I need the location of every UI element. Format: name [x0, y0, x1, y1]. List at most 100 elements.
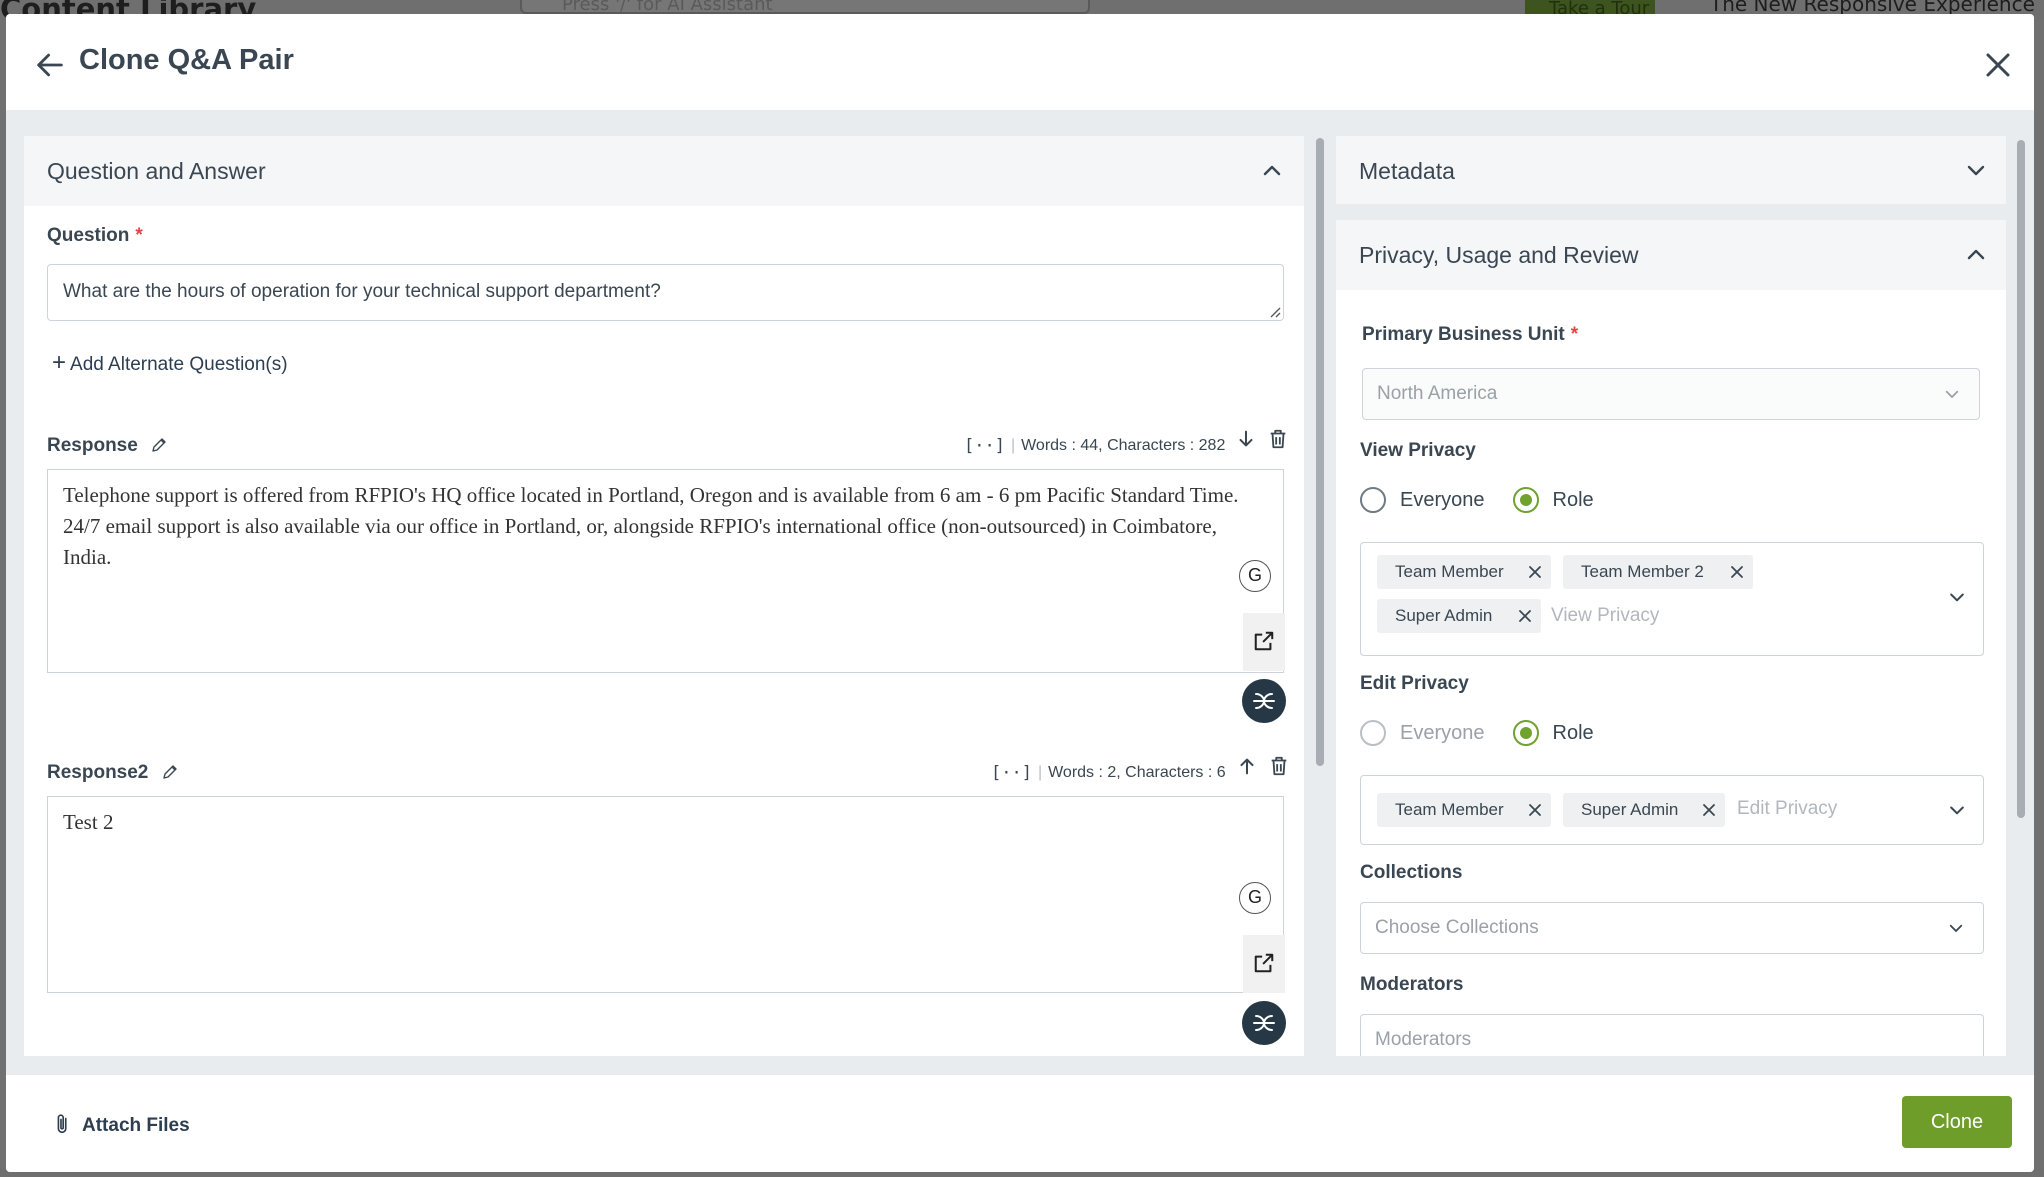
- plus-icon: +: [52, 349, 67, 376]
- view-privacy-tag: Team Member 2: [1563, 555, 1753, 589]
- question-input-value: What are the hours of operation for your…: [63, 281, 661, 302]
- privacy-section-header[interactable]: Privacy, Usage and Review: [1336, 220, 2006, 290]
- close-icon[interactable]: [1983, 50, 2013, 80]
- tag-label: Team Member 2: [1581, 562, 1704, 581]
- response2-label-text: Response2: [47, 762, 149, 783]
- primary-bu-label-text: Primary Business Unit: [1362, 324, 1565, 345]
- edit-privacy-label: Edit Privacy: [1360, 673, 1469, 694]
- ai-assist-button[interactable]: [1242, 1001, 1286, 1045]
- left-scrollbar[interactable]: [1314, 136, 1326, 1056]
- attach-files-label: Attach Files: [82, 1115, 190, 1136]
- trash-icon[interactable]: [1267, 428, 1289, 450]
- bracket-placeholder-icon[interactable]: [··]: [991, 763, 1032, 783]
- right-scrollbar[interactable]: [2014, 136, 2028, 1056]
- primary-bu-select[interactable]: North America: [1362, 368, 1980, 420]
- view-privacy-placeholder[interactable]: View Privacy: [1551, 605, 1659, 627]
- response2-editor[interactable]: Test 2: [47, 796, 1284, 993]
- edit-privacy-radio-group: Everyone Role: [1360, 720, 1622, 746]
- arrow-up-icon[interactable]: [1236, 755, 1258, 777]
- metadata-section-header[interactable]: Metadata: [1336, 136, 2006, 204]
- question-input[interactable]: What are the hours of operation for your…: [47, 264, 1284, 321]
- remove-tag-icon[interactable]: [1527, 564, 1543, 580]
- chevron-down-icon: [1949, 924, 1963, 932]
- collections-select[interactable]: Choose Collections: [1360, 902, 1984, 954]
- external-link-icon: [1254, 953, 1274, 973]
- open-editor-button[interactable]: [1243, 935, 1285, 993]
- edit-privacy-role-label[interactable]: Role: [1553, 722, 1594, 745]
- view-privacy-multiselect[interactable]: Team Member Team Member 2 Super Admin Vi…: [1360, 542, 1984, 656]
- tag-label: Team Member: [1395, 800, 1504, 819]
- right-scrollbar-thumb[interactable]: [2017, 140, 2025, 818]
- view-privacy-tag: Team Member: [1377, 555, 1551, 589]
- trash-icon[interactable]: [1268, 755, 1290, 777]
- qa-section-header[interactable]: Question and Answer: [24, 136, 1304, 206]
- view-privacy-everyone-radio[interactable]: [1360, 487, 1386, 513]
- chevron-down-icon[interactable]: [1964, 158, 1988, 182]
- pencil-icon[interactable]: [151, 437, 167, 453]
- view-privacy-role-label[interactable]: Role: [1553, 489, 1594, 512]
- back-arrow-icon[interactable]: [33, 48, 67, 82]
- edit-privacy-everyone-label[interactable]: Everyone: [1400, 722, 1485, 745]
- remove-tag-icon[interactable]: [1517, 608, 1533, 624]
- ai-assist-icon: [1253, 693, 1275, 709]
- privacy-section-title: Privacy, Usage and Review: [1359, 242, 1639, 268]
- qa-section-title: Question and Answer: [47, 158, 266, 184]
- required-mark: *: [1570, 324, 1579, 345]
- tag-label: Super Admin: [1395, 606, 1493, 625]
- tag-label: Super Admin: [1581, 800, 1679, 819]
- open-editor-button[interactable]: [1243, 613, 1285, 671]
- response-stats: Words : 44, Characters : 282: [1021, 436, 1226, 454]
- edit-privacy-everyone-radio[interactable]: [1360, 720, 1386, 746]
- remove-tag-icon[interactable]: [1729, 564, 1745, 580]
- response-text: Telephone support is offered from RFPIO'…: [63, 483, 1239, 569]
- primary-bu-label: Primary Business Unit *: [1362, 324, 1578, 346]
- external-link-icon: [1254, 631, 1274, 651]
- privacy-card: Privacy, Usage and Review Primary Busine…: [1336, 220, 2006, 1056]
- resize-grip-icon[interactable]: [1269, 306, 1281, 318]
- remove-tag-icon[interactable]: [1701, 802, 1717, 818]
- grammar-check-button[interactable]: G: [1239, 882, 1271, 914]
- arrow-down-icon[interactable]: [1235, 428, 1257, 450]
- edit-privacy-multiselect[interactable]: Team Member Super Admin Edit Privacy: [1360, 775, 1984, 845]
- response-label-text: Response: [47, 435, 138, 456]
- clone-qa-modal: Clone Q&A Pair Question and Answer Quest…: [6, 14, 2034, 1172]
- ai-assist-button[interactable]: [1242, 679, 1286, 723]
- metadata-card: Metadata: [1336, 136, 2006, 204]
- view-privacy-radio-group: Everyone Role: [1360, 487, 1622, 513]
- attach-files-button[interactable]: Attach Files: [54, 1113, 190, 1137]
- chevron-up-icon[interactable]: [1260, 159, 1284, 183]
- clone-button[interactable]: Clone: [1902, 1096, 2012, 1148]
- pencil-icon[interactable]: [162, 764, 178, 780]
- chevron-down-icon[interactable]: [1947, 587, 1967, 607]
- background-search: Press '/' for AI Assistant: [520, 0, 1090, 14]
- paperclip-icon: [57, 1114, 67, 1134]
- view-privacy-label: View Privacy: [1360, 440, 1476, 461]
- bracket-placeholder-icon[interactable]: [··]: [964, 436, 1005, 456]
- response2-text: Test 2: [63, 810, 114, 834]
- edit-privacy-tag: Super Admin: [1563, 793, 1725, 827]
- view-privacy-role-radio[interactable]: [1512, 487, 1539, 513]
- question-answer-panel: Question and Answer Question * What are t…: [24, 136, 1304, 1056]
- remove-tag-icon[interactable]: [1527, 802, 1543, 818]
- chevron-down-icon[interactable]: [1947, 800, 1967, 820]
- moderators-input[interactable]: Moderators: [1360, 1014, 1984, 1056]
- edit-privacy-placeholder[interactable]: Edit Privacy: [1737, 798, 1837, 820]
- response2-toolbar: [··] | Words : 2, Characters : 6: [991, 755, 1290, 785]
- response-toolbar: [··] | Words : 44, Characters : 282: [964, 428, 1289, 458]
- response-label: Response: [47, 435, 167, 457]
- grammar-check-button[interactable]: G: [1239, 560, 1271, 592]
- question-label-text: Question: [47, 225, 130, 246]
- left-scrollbar-thumb[interactable]: [1316, 138, 1324, 766]
- collections-placeholder: Choose Collections: [1375, 917, 1539, 938]
- chevron-up-icon[interactable]: [1964, 243, 1988, 267]
- add-alternate-question-button[interactable]: + Add Alternate Question(s): [52, 349, 288, 377]
- edit-privacy-role-radio[interactable]: [1512, 720, 1539, 746]
- response-editor[interactable]: Telephone support is offered from RFPIO'…: [47, 469, 1284, 673]
- edit-privacy-tag: Team Member: [1377, 793, 1551, 827]
- primary-bu-value: North America: [1377, 383, 1498, 404]
- metadata-section-title: Metadata: [1359, 158, 1455, 184]
- collections-label: Collections: [1360, 862, 1463, 883]
- response2-label: Response2: [47, 762, 178, 784]
- view-privacy-tag: Super Admin: [1377, 599, 1541, 633]
- view-privacy-everyone-label[interactable]: Everyone: [1400, 489, 1485, 512]
